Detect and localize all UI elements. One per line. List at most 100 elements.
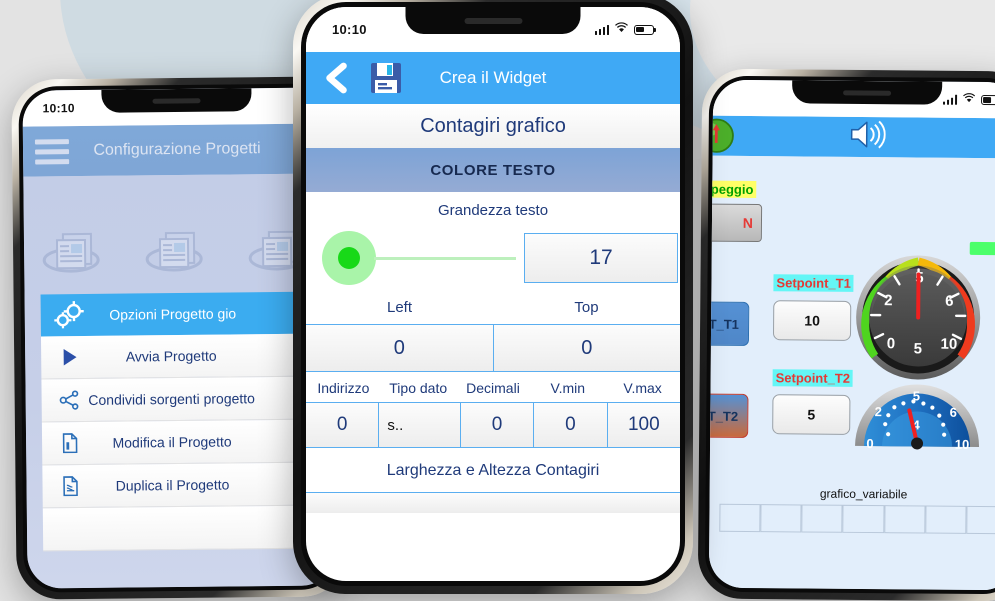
grid-cell[interactable]	[966, 506, 995, 534]
bottom-field-strip[interactable]	[306, 492, 680, 513]
svg-text:5: 5	[914, 340, 922, 357]
text-size-row: 17	[306, 225, 680, 291]
app-bar-title: Configurazione Progetti	[23, 139, 331, 160]
list-item[interactable]: Avvia Progetto ›	[41, 333, 336, 379]
phone-left-bezel: 10:10 Configurazione Progetti	[18, 83, 339, 592]
phone-center-bezel: 10:10	[301, 2, 685, 586]
cell-vmin[interactable]: 0	[533, 403, 606, 447]
list-item-partial[interactable]	[43, 505, 336, 551]
phone-center-screen: 10:10	[306, 7, 680, 581]
notch-left	[101, 88, 251, 113]
widget-name: Contagiri grafico	[306, 104, 680, 148]
data-grid-row[interactable]	[719, 504, 995, 535]
green-led-icon	[709, 118, 735, 159]
svg-text:0: 0	[887, 335, 895, 352]
left-label: Left	[306, 291, 493, 324]
app-bar-left: Configurazione Progetti	[23, 123, 332, 176]
setpoint-t1-value[interactable]: 10	[773, 300, 851, 341]
gauge-dark-tachometer: 0 2 5 6 10 5	[853, 252, 984, 388]
speaker-loud-icon[interactable]	[848, 118, 886, 155]
list-item-label: Avvia Progetto	[41, 347, 301, 366]
start-t1-button[interactable]: RT_T1	[709, 301, 749, 346]
svg-text:0: 0	[866, 436, 873, 451]
phone-mockup-center: 10:10	[293, 0, 693, 594]
signal-icon	[595, 25, 610, 35]
grid-cell[interactable]	[884, 505, 925, 533]
svg-text:2: 2	[875, 404, 882, 419]
svg-text:2: 2	[884, 292, 892, 309]
phone-right-body: mpeggio N Setpoint_T1 RT_T1 10 Setpoint_…	[709, 156, 995, 591]
list-item-label: Modifica il Progetto	[42, 433, 302, 452]
column-header-vmin: V.min	[530, 380, 605, 396]
list-item[interactable]: Modifica il Progetto ›	[42, 419, 336, 465]
menu-header: Opzioni Progetto gio	[41, 291, 336, 336]
left-value[interactable]: 0	[306, 325, 493, 371]
status-time: 10:10	[326, 22, 367, 37]
status-indicators	[942, 93, 995, 108]
position-values: 0 0	[306, 324, 680, 372]
menu-header-label: Opzioni Progetto gio	[41, 305, 305, 324]
setpoint-t1-label: Setpoint_T1	[773, 274, 854, 292]
start-t2-button[interactable]: RT_T2	[709, 393, 749, 438]
section-colore-testo[interactable]: COLORE TESTO	[306, 148, 680, 192]
signal-icon	[943, 95, 958, 105]
gauge-blue-tachometer: 0 2 5 6 10 4	[852, 372, 983, 458]
grid-cell[interactable]	[760, 504, 801, 532]
cell-indirizzo[interactable]: 0	[306, 403, 378, 447]
wallpaper-icons	[24, 221, 333, 282]
phone-left-body: Opzioni Progetto gio Avvia Progetto › Co…	[23, 173, 335, 588]
phone-right-screen: mpeggio N Setpoint_T1 RT_T1 10 Setpoint_…	[709, 80, 995, 591]
app-bar-center: Crea il Widget	[306, 52, 680, 104]
lampeggio-label: mpeggio	[709, 181, 757, 199]
svg-text:10: 10	[955, 437, 970, 452]
column-header-indirizzo: Indirizzo	[306, 380, 381, 396]
notch-center	[406, 7, 581, 34]
status-time: 10:10	[37, 101, 75, 115]
grid-cell[interactable]	[843, 505, 884, 533]
phone-mockup-right: mpeggio N Setpoint_T1 RT_T1 10 Setpoint_…	[698, 69, 995, 601]
back-chevron-icon[interactable]	[314, 62, 360, 94]
table-row: 0 s.. 0 0 100	[306, 402, 680, 448]
phone-right-bezel: mpeggio N Setpoint_T1 RT_T1 10 Setpoint_…	[705, 76, 995, 595]
earpiece-speaker	[464, 18, 522, 24]
svg-text:5: 5	[913, 388, 920, 403]
earpiece-speaker	[843, 90, 891, 95]
on-button[interactable]: N	[709, 203, 762, 242]
battery-icon	[634, 25, 654, 35]
chart-variable-label: grafico_variabile	[710, 486, 995, 503]
list-item[interactable]: Condividi sorgenti progetto ›	[41, 376, 335, 422]
grid-cell[interactable]	[719, 504, 760, 532]
green-slider-knob[interactable]	[322, 231, 376, 285]
phone-left-screen: 10:10 Configurazione Progetti	[22, 87, 335, 588]
column-header-vmax: V.max	[605, 380, 680, 396]
cell-tipo-dato[interactable]: s..	[378, 403, 459, 447]
svg-text:10: 10	[941, 336, 958, 353]
project-options-menu: Opzioni Progetto gio Avvia Progetto › Co…	[41, 291, 336, 551]
cell-decimali[interactable]: 0	[460, 403, 533, 447]
wifi-icon	[962, 93, 976, 107]
text-size-slider[interactable]	[308, 231, 524, 285]
earpiece-speaker	[152, 98, 200, 104]
wifi-icon	[614, 22, 629, 37]
list-item[interactable]: Duplica il Progetto ›	[42, 462, 335, 508]
top-label: Top	[493, 291, 680, 324]
status-indicators	[595, 22, 661, 37]
grid-cell[interactable]	[802, 504, 843, 532]
slider-track[interactable]	[374, 257, 516, 260]
svg-text:6: 6	[950, 405, 957, 420]
top-value[interactable]: 0	[493, 325, 681, 371]
document-globe-icon	[41, 224, 110, 283]
floppy-save-icon[interactable]	[360, 61, 412, 95]
size-label: Larghezza e Altezza Contagiri	[306, 448, 680, 492]
grid-cell[interactable]	[925, 506, 966, 534]
cell-vmax[interactable]: 100	[607, 403, 680, 447]
table-header-row: Indirizzo Tipo dato Decimali V.min V.max	[306, 372, 680, 402]
position-labels: Left Top	[306, 291, 680, 324]
notch-right	[792, 80, 942, 104]
battery-icon	[981, 95, 995, 105]
document-globe-icon	[144, 223, 213, 282]
text-size-label: Grandezza testo	[306, 192, 680, 225]
column-header-decimali: Decimali	[456, 380, 531, 396]
setpoint-t2-value[interactable]: 5	[772, 394, 850, 435]
text-size-value[interactable]: 17	[524, 233, 678, 283]
